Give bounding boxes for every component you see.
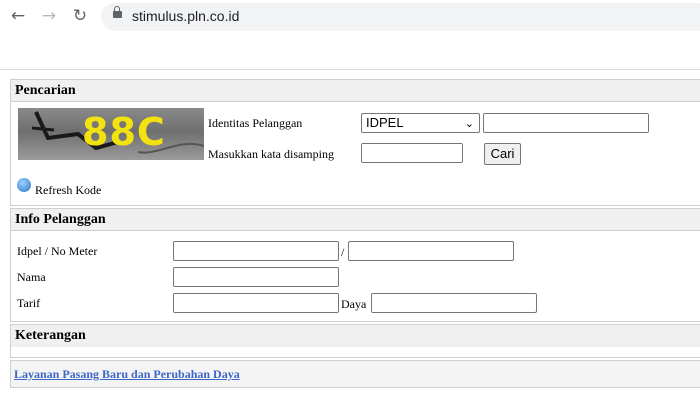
nama-label: Nama	[17, 270, 46, 284]
address-bar[interactable]: stimulus.pln.co.id	[101, 3, 700, 31]
identitas-input[interactable]	[483, 113, 649, 133]
keterangan-panel: Keterangan	[10, 324, 700, 358]
forward-icon[interactable]: →	[37, 4, 61, 28]
daya-label: Daya	[341, 297, 367, 311]
identitas-select[interactable]: IDPEL ⌄	[361, 113, 480, 133]
refresh-label[interactable]: Refresh Kode	[35, 183, 101, 198]
idpel-label: Idpel / No Meter	[17, 244, 98, 258]
info-title: Info Pelanggan	[11, 209, 700, 231]
reload-icon[interactable]: ↻	[68, 4, 92, 28]
toolbar-divider	[0, 69, 700, 70]
kata-input[interactable]	[361, 143, 463, 163]
browser-toolbar: ← → ↻ stimulus.pln.co.id	[0, 0, 700, 36]
daya-input[interactable]	[371, 293, 537, 313]
kata-label: Masukkan kata disamping	[208, 147, 334, 161]
cari-button[interactable]: Cari	[484, 143, 521, 165]
nama-input[interactable]	[173, 267, 339, 287]
info-panel: Info Pelanggan Idpel / No Meter / Nama T…	[10, 208, 700, 322]
pasang-baru-link[interactable]: Layanan Pasang Baru dan Perubahan Daya	[14, 367, 240, 382]
captcha-code: 88C	[82, 110, 166, 154]
meter-input[interactable]	[348, 241, 514, 261]
tarif-input[interactable]	[173, 293, 339, 313]
identitas-label: Identitas Pelanggan	[208, 116, 303, 130]
pencarian-title: Pencarian	[11, 80, 700, 102]
url-text: stimulus.pln.co.id	[132, 8, 240, 24]
pencarian-panel: Pencarian 88C Identitas Pelanggan IDPEL …	[10, 79, 700, 206]
lock-icon	[113, 6, 122, 18]
idpel-input[interactable]	[173, 241, 339, 261]
tarif-label: Tarif	[17, 296, 41, 310]
idpel-separator: /	[341, 245, 345, 259]
refresh-icon[interactable]	[17, 178, 31, 192]
back-icon[interactable]: ←	[6, 4, 30, 28]
footer-panel: Layanan Pasang Baru dan Perubahan Daya	[10, 360, 700, 388]
keterangan-title: Keterangan	[11, 325, 700, 347]
identitas-select-value: IDPEL	[366, 115, 404, 130]
chevron-down-icon: ⌄	[464, 118, 474, 130]
captcha-image: 88C	[18, 108, 204, 160]
